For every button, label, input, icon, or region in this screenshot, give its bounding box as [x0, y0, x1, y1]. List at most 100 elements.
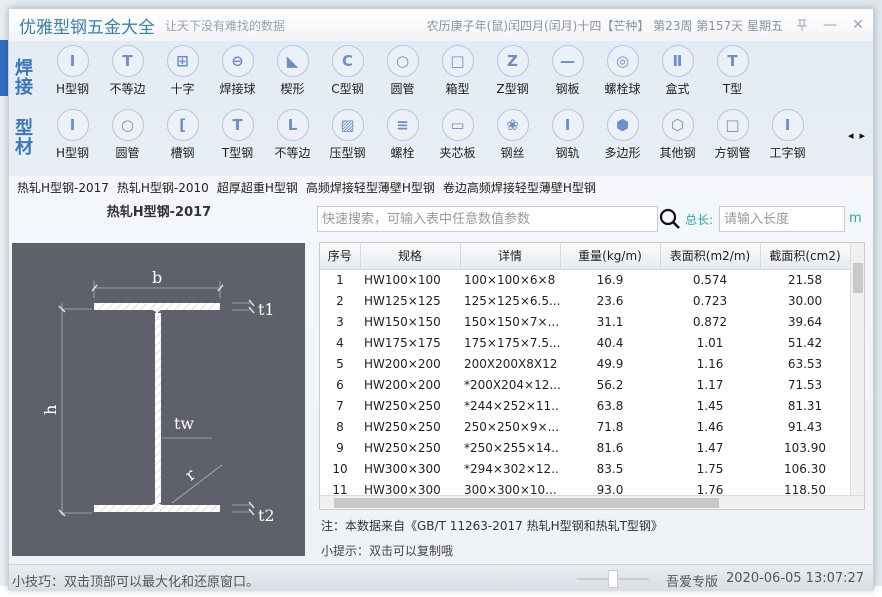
table-cell[interactable]: 7 — [320, 395, 360, 416]
table-cell[interactable]: HW250×250 — [360, 395, 460, 416]
table-cell[interactable]: 106.30 — [760, 458, 850, 479]
table-cell[interactable]: 200X200X8X12 — [460, 353, 560, 374]
table-cell[interactable]: *200X204×12... — [460, 374, 560, 395]
shape-button-z-steel[interactable]: Z Z型钢 — [485, 45, 540, 97]
pin-icon[interactable] — [793, 16, 811, 34]
table-cell[interactable]: 51.42 — [760, 332, 850, 353]
table-cell[interactable]: 49.9 — [560, 353, 660, 374]
table-cell[interactable]: 56.2 — [560, 374, 660, 395]
column-header[interactable]: 表面积(m2/m) — [660, 243, 761, 270]
shape-button-box[interactable]: □ 箱型 — [430, 45, 485, 97]
table-cell[interactable]: 1.45 — [660, 395, 760, 416]
table-cell[interactable]: HW100×100 — [360, 269, 460, 290]
table-row[interactable]: 9 HW250×250 *250×255×14... 81.6 1.47 103.90 — [320, 437, 850, 458]
scroll-right-icon[interactable]: ▸ — [859, 129, 865, 142]
table-cell[interactable]: 10 — [320, 458, 360, 479]
shape-button-wire[interactable]: ❀ 钢丝 — [485, 109, 540, 161]
table-cell[interactable]: 1.01 — [660, 332, 760, 353]
shape-button-bolt-ball[interactable]: ◎ 螺栓球 — [595, 45, 650, 97]
subtab-0[interactable]: 热轧H型钢-2017 — [17, 179, 109, 196]
table-cell[interactable]: 23.6 — [560, 290, 660, 311]
scroll-left-icon[interactable]: ◂ — [848, 129, 854, 142]
shape-button-round-pipe[interactable]: ○ 圆管 — [375, 45, 430, 97]
table-cell[interactable]: HW200×200 — [360, 353, 460, 374]
table-cell[interactable]: 1.75 — [660, 458, 760, 479]
subtab-4[interactable]: 卷边高频焊接轻型薄壁H型钢 — [443, 179, 596, 196]
table-cell[interactable]: 103.90 — [760, 437, 850, 458]
table-cell[interactable]: *244×252×11... — [460, 395, 560, 416]
table-cell[interactable]: 2 — [320, 290, 360, 311]
subtab-2[interactable]: 超厚超重H型钢 — [217, 179, 298, 196]
table-cell[interactable]: *294×302×12... — [460, 458, 560, 479]
shape-button-bolt[interactable]: ≡ 螺栓 — [375, 109, 430, 161]
table-row[interactable]: 5 HW200×200 200X200X8X12 49.9 1.16 63.53 — [320, 353, 850, 374]
table-cell[interactable]: 81.6 — [560, 437, 660, 458]
table-row[interactable]: 4 HW175×175 175×175×7.5... 40.4 1.01 51.42 — [320, 332, 850, 353]
table-cell[interactable]: HW250×250 — [360, 416, 460, 437]
shape-button-cross[interactable]: ⊞ 十字 — [155, 45, 210, 97]
shape-button-t-steel[interactable]: T T型钢 — [210, 109, 265, 161]
table-cell[interactable]: 250×250×9×... — [460, 416, 560, 437]
minimize-button[interactable]: — — [821, 16, 839, 34]
quick-search-input[interactable] — [317, 206, 658, 232]
shape-button-H-beam[interactable]: I H型钢 — [45, 109, 100, 161]
table-cell[interactable]: 100×100×6×8 — [460, 269, 560, 290]
column-header[interactable]: 序号 — [320, 243, 361, 270]
table-cell[interactable]: 0.872 — [660, 311, 760, 332]
table-cell[interactable]: 39.64 — [760, 311, 850, 332]
column-header[interactable]: 重量(kg/m) — [560, 243, 661, 270]
table-cell[interactable]: 31.1 — [560, 311, 660, 332]
table-cell[interactable]: 1.46 — [660, 416, 760, 437]
search-icon[interactable] — [658, 207, 682, 231]
table-cell[interactable]: 30.00 — [760, 290, 850, 311]
table-cell[interactable]: 63.8 — [560, 395, 660, 416]
table-cell[interactable]: HW150×150 — [360, 311, 460, 332]
table-cell[interactable]: HW200×200 — [360, 374, 460, 395]
table-cell[interactable]: 175×175×7.5... — [460, 332, 560, 353]
table-cell[interactable]: *250×255×14... — [460, 437, 560, 458]
table-cell[interactable]: 63.53 — [760, 353, 850, 374]
table-row[interactable]: 1 HW100×100 100×100×6×8 16.9 0.574 21.58 — [320, 269, 850, 290]
subtab-3[interactable]: 高频焊接轻型薄壁H型钢 — [306, 179, 435, 196]
shape-button-sandwich-panel[interactable]: ▭ 夹芯板 — [430, 109, 485, 161]
table-cell[interactable]: 40.4 — [560, 332, 660, 353]
table-row[interactable]: 7 HW250×250 *244×252×11... 63.8 1.45 81.31 — [320, 395, 850, 416]
shape-button-t-type[interactable]: T T型 — [705, 45, 760, 97]
title-bar[interactable]: 优雅型钢五金大全 让天下没有难找的数据 农历庚子年(鼠)闰四月(闰月)十四【芒种… — [9, 9, 873, 41]
shape-button-H-beam[interactable]: I H型钢 — [45, 45, 100, 97]
table-cell[interactable]: 1.47 — [660, 437, 760, 458]
table-cell[interactable]: 1.16 — [660, 353, 760, 374]
shape-button-round-pipe[interactable]: ○ 圆管 — [100, 109, 155, 161]
subtab-1[interactable]: 热轧H型钢-2010 — [117, 179, 209, 196]
horizontal-scrollbar[interactable] — [320, 495, 864, 509]
table-cell[interactable]: HW125×125 — [360, 290, 460, 311]
table-cell[interactable]: 6 — [320, 374, 360, 395]
table-cell[interactable]: 5 — [320, 353, 360, 374]
shape-button-c-channel[interactable]: C C型钢 — [320, 45, 375, 97]
shape-button-T-beam[interactable]: T 不等边 — [100, 45, 155, 97]
shape-button-channel[interactable]: [槽钢 — [155, 109, 210, 161]
column-header[interactable]: 详情 — [460, 243, 561, 270]
table-cell[interactable]: 71.53 — [760, 374, 850, 395]
column-header[interactable]: 截面积(cm2) — [760, 243, 851, 270]
shape-button-square-tube[interactable]: □ 方钢管 — [705, 109, 760, 161]
shape-button-box-type[interactable]: Ⅱ 盒式 — [650, 45, 705, 97]
shape-button-wedge[interactable]: ◣ 楔形 — [265, 45, 320, 97]
shape-button-other[interactable]: ⬡ 其他钢 — [650, 109, 705, 161]
vertical-scrollbar[interactable] — [850, 243, 864, 495]
table-cell[interactable]: 3 — [320, 311, 360, 332]
shape-button-deck[interactable]: ▨ 压型钢 — [320, 109, 375, 161]
length-input[interactable] — [719, 206, 845, 232]
column-header[interactable]: 规格 — [360, 243, 461, 270]
table-cell[interactable]: 1.17 — [660, 374, 760, 395]
table-cell[interactable]: 1 — [320, 269, 360, 290]
shape-button-weld-ball[interactable]: ⊖ 焊接球 — [210, 45, 265, 97]
table-cell[interactable]: 150×150×7×... — [460, 311, 560, 332]
table-cell[interactable]: 0.574 — [660, 269, 760, 290]
shape-button-polygon[interactable]: ⬢ 多边形 — [595, 109, 650, 161]
opacity-slider-thumb[interactable] — [608, 570, 618, 588]
table-row[interactable]: 8 HW250×250 250×250×9×... 71.8 1.46 91.43 — [320, 416, 850, 437]
table-cell[interactable]: 0.723 — [660, 290, 760, 311]
close-button[interactable]: ✕ — [849, 16, 867, 34]
table-cell[interactable]: 21.58 — [760, 269, 850, 290]
